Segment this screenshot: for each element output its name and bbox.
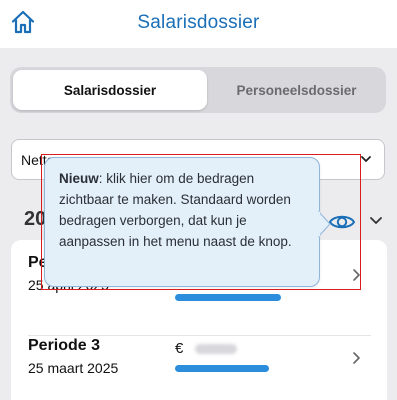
period-progress-bar <box>175 294 281 301</box>
row-divider <box>28 335 371 336</box>
year-collapse-chevron-icon[interactable] <box>369 216 383 226</box>
tab-personeelsdossier[interactable]: Personeelsdossier <box>210 70 383 110</box>
page-title: Salarisdossier <box>137 12 260 33</box>
chevron-right-icon <box>353 352 360 364</box>
period-date: 25 maart 2025 <box>28 360 119 376</box>
show-amounts-button[interactable] <box>328 211 356 233</box>
app-header: Salarisdossier <box>0 0 397 48</box>
currency-symbol: € <box>175 340 184 357</box>
period-row[interactable]: Periode 3 25 maart 2025 € <box>11 337 387 400</box>
tooltip-keyword: Nieuw <box>59 171 99 186</box>
hidden-amount <box>195 344 237 354</box>
tooltip-message: Nieuw: klik hier om de bedragen zichtbaa… <box>59 168 309 252</box>
dossier-tabs: Salarisdossier Personeelsdossier <box>10 67 386 113</box>
chevron-down-icon <box>361 156 371 162</box>
eye-icon <box>328 215 356 229</box>
period-progress-bar <box>175 365 269 372</box>
tab-salarisdossier[interactable]: Salarisdossier <box>13 70 207 110</box>
chevron-right-icon <box>353 269 360 281</box>
tooltip-pointer <box>318 210 331 238</box>
period-title: Periode 3 <box>28 337 101 354</box>
new-feature-tooltip[interactable]: Nieuw: klik hier om de bedragen zichtbaa… <box>44 157 320 287</box>
